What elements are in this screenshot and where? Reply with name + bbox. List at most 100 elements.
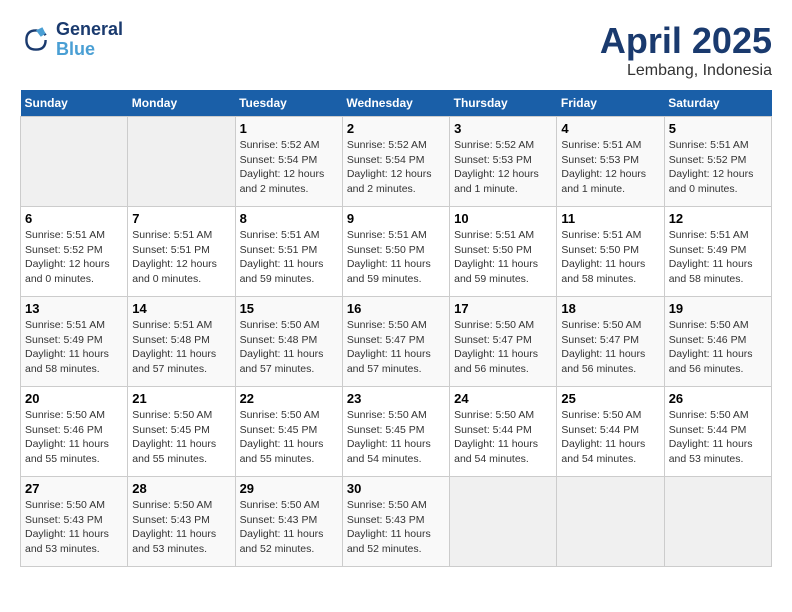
day-number: 21	[132, 391, 230, 406]
day-number: 28	[132, 481, 230, 496]
calendar-cell: 11 Sunrise: 5:51 AM Sunset: 5:50 PM Dayli…	[557, 207, 664, 297]
day-number: 22	[240, 391, 338, 406]
day-number: 12	[669, 211, 767, 226]
day-number: 8	[240, 211, 338, 226]
day-number: 6	[25, 211, 123, 226]
day-number: 25	[561, 391, 659, 406]
logo-text: GeneralBlue	[56, 20, 123, 60]
day-info: Sunrise: 5:51 AM Sunset: 5:49 PM Dayligh…	[669, 228, 767, 287]
week-row-2: 6 Sunrise: 5:51 AM Sunset: 5:52 PM Daylig…	[21, 207, 772, 297]
day-header-saturday: Saturday	[664, 90, 771, 117]
logo: GeneralBlue	[20, 20, 123, 60]
day-number: 24	[454, 391, 552, 406]
calendar-cell: 3 Sunrise: 5:52 AM Sunset: 5:53 PM Daylig…	[450, 117, 557, 207]
day-info: Sunrise: 5:50 AM Sunset: 5:43 PM Dayligh…	[25, 498, 123, 557]
calendar-cell: 29Sunrise: 5:50 AM Sunset: 5:43 PM Dayli…	[235, 477, 342, 567]
day-number: 9	[347, 211, 445, 226]
day-info: Sunrise: 5:50 AM Sunset: 5:46 PM Dayligh…	[25, 408, 123, 467]
days-header-row: SundayMondayTuesdayWednesdayThursdayFrid…	[21, 90, 772, 117]
day-number: 3	[454, 121, 552, 136]
day-info: Sunrise: 5:51 AM Sunset: 5:51 PM Dayligh…	[132, 228, 230, 287]
calendar-cell: 23Sunrise: 5:50 AM Sunset: 5:45 PM Dayli…	[342, 387, 449, 477]
calendar-cell: 30 Sunrise: 5:50 AM Sunset: 5:43 PM Dayli…	[342, 477, 449, 567]
day-info: Sunrise: 5:51 AM Sunset: 5:49 PM Dayligh…	[25, 318, 123, 377]
day-info: Sunrise: 5:51 AM Sunset: 5:48 PM Dayligh…	[132, 318, 230, 377]
calendar-table: SundayMondayTuesdayWednesdayThursdayFrid…	[20, 90, 772, 567]
day-info: Sunrise: 5:50 AM Sunset: 5:45 PM Dayligh…	[240, 408, 338, 467]
calendar-cell: 27 Sunrise: 5:50 AM Sunset: 5:43 PM Dayli…	[21, 477, 128, 567]
calendar-cell	[450, 477, 557, 567]
title-area: April 2025 Lembang, Indonesia	[600, 20, 772, 80]
calendar-cell: 17 Sunrise: 5:50 AM Sunset: 5:47 PM Dayli…	[450, 297, 557, 387]
day-info: Sunrise: 5:50 AM Sunset: 5:47 PM Dayligh…	[561, 318, 659, 377]
day-info: Sunrise: 5:51 AM Sunset: 5:52 PM Dayligh…	[25, 228, 123, 287]
month-title: April 2025	[600, 20, 772, 62]
calendar-cell: 15Sunrise: 5:50 AM Sunset: 5:48 PM Dayli…	[235, 297, 342, 387]
day-number: 10	[454, 211, 552, 226]
calendar-cell	[21, 117, 128, 207]
day-number: 7	[132, 211, 230, 226]
header: GeneralBlue April 2025 Lembang, Indonesi…	[20, 20, 772, 80]
calendar-cell: 2Sunrise: 5:52 AM Sunset: 5:54 PM Daylig…	[342, 117, 449, 207]
day-number: 18	[561, 301, 659, 316]
day-number: 17	[454, 301, 552, 316]
calendar-cell: 28 Sunrise: 5:50 AM Sunset: 5:43 PM Dayli…	[128, 477, 235, 567]
calendar-cell	[128, 117, 235, 207]
day-info: Sunrise: 5:50 AM Sunset: 5:43 PM Dayligh…	[347, 498, 445, 557]
day-header-wednesday: Wednesday	[342, 90, 449, 117]
calendar-cell: 21 Sunrise: 5:50 AM Sunset: 5:45 PM Dayli…	[128, 387, 235, 477]
day-info: Sunrise: 5:51 AM Sunset: 5:50 PM Dayligh…	[454, 228, 552, 287]
calendar-cell: 16 Sunrise: 5:50 AM Sunset: 5:47 PM Dayli…	[342, 297, 449, 387]
location: Lembang, Indonesia	[600, 62, 772, 80]
day-info: Sunrise: 5:50 AM Sunset: 5:44 PM Dayligh…	[669, 408, 767, 467]
day-info: Sunrise: 5:50 AM Sunset: 5:46 PM Dayligh…	[669, 318, 767, 377]
day-info: Sunrise: 5:50 AM Sunset: 5:45 PM Dayligh…	[132, 408, 230, 467]
calendar-cell: 8 Sunrise: 5:51 AM Sunset: 5:51 PM Daylig…	[235, 207, 342, 297]
day-header-sunday: Sunday	[21, 90, 128, 117]
week-row-4: 20 Sunrise: 5:50 AM Sunset: 5:46 PM Dayli…	[21, 387, 772, 477]
calendar-cell: 13 Sunrise: 5:51 AM Sunset: 5:49 PM Dayli…	[21, 297, 128, 387]
day-number: 16	[347, 301, 445, 316]
day-header-tuesday: Tuesday	[235, 90, 342, 117]
day-info: Sunrise: 5:50 AM Sunset: 5:43 PM Dayligh…	[240, 498, 338, 557]
calendar-cell: 4Sunrise: 5:51 AM Sunset: 5:53 PM Daylig…	[557, 117, 664, 207]
day-info: Sunrise: 5:50 AM Sunset: 5:44 PM Dayligh…	[561, 408, 659, 467]
day-info: Sunrise: 5:51 AM Sunset: 5:50 PM Dayligh…	[561, 228, 659, 287]
day-number: 19	[669, 301, 767, 316]
day-number: 14	[132, 301, 230, 316]
day-info: Sunrise: 5:50 AM Sunset: 5:48 PM Dayligh…	[240, 318, 338, 377]
calendar-cell: 26 Sunrise: 5:50 AM Sunset: 5:44 PM Dayli…	[664, 387, 771, 477]
day-info: Sunrise: 5:52 AM Sunset: 5:54 PM Dayligh…	[347, 138, 445, 197]
day-info: Sunrise: 5:52 AM Sunset: 5:54 PM Dayligh…	[240, 138, 338, 197]
calendar-cell: 18 Sunrise: 5:50 AM Sunset: 5:47 PM Dayli…	[557, 297, 664, 387]
day-header-friday: Friday	[557, 90, 664, 117]
day-number: 20	[25, 391, 123, 406]
calendar-cell: 10 Sunrise: 5:51 AM Sunset: 5:50 PM Dayli…	[450, 207, 557, 297]
day-number: 1	[240, 121, 338, 136]
day-number: 26	[669, 391, 767, 406]
calendar-cell: 12 Sunrise: 5:51 AM Sunset: 5:49 PM Dayli…	[664, 207, 771, 297]
week-row-3: 13 Sunrise: 5:51 AM Sunset: 5:49 PM Dayli…	[21, 297, 772, 387]
day-number: 11	[561, 211, 659, 226]
calendar-cell	[664, 477, 771, 567]
day-info: Sunrise: 5:51 AM Sunset: 5:51 PM Dayligh…	[240, 228, 338, 287]
week-row-5: 27 Sunrise: 5:50 AM Sunset: 5:43 PM Dayli…	[21, 477, 772, 567]
calendar-cell: 19 Sunrise: 5:50 AM Sunset: 5:46 PM Dayli…	[664, 297, 771, 387]
calendar-cell: 7 Sunrise: 5:51 AM Sunset: 5:51 PM Daylig…	[128, 207, 235, 297]
day-info: Sunrise: 5:50 AM Sunset: 5:44 PM Dayligh…	[454, 408, 552, 467]
day-number: 30	[347, 481, 445, 496]
calendar-cell: 5Sunrise: 5:51 AM Sunset: 5:52 PM Daylig…	[664, 117, 771, 207]
day-info: Sunrise: 5:52 AM Sunset: 5:53 PM Dayligh…	[454, 138, 552, 197]
calendar-cell: 1 Sunrise: 5:52 AM Sunset: 5:54 PM Daylig…	[235, 117, 342, 207]
day-info: Sunrise: 5:50 AM Sunset: 5:47 PM Dayligh…	[454, 318, 552, 377]
day-header-thursday: Thursday	[450, 90, 557, 117]
day-info: Sunrise: 5:51 AM Sunset: 5:52 PM Dayligh…	[669, 138, 767, 197]
calendar-cell: 9Sunrise: 5:51 AM Sunset: 5:50 PM Daylig…	[342, 207, 449, 297]
day-number: 13	[25, 301, 123, 316]
day-header-monday: Monday	[128, 90, 235, 117]
day-info: Sunrise: 5:50 AM Sunset: 5:43 PM Dayligh…	[132, 498, 230, 557]
calendar-cell	[557, 477, 664, 567]
calendar-cell: 14 Sunrise: 5:51 AM Sunset: 5:48 PM Dayli…	[128, 297, 235, 387]
day-info: Sunrise: 5:50 AM Sunset: 5:47 PM Dayligh…	[347, 318, 445, 377]
day-number: 27	[25, 481, 123, 496]
